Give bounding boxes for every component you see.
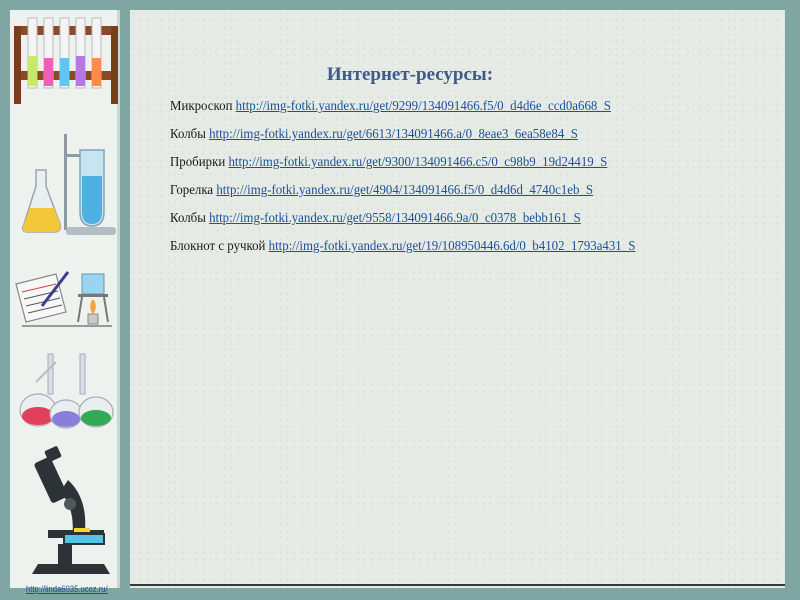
divider-strip: [120, 10, 130, 588]
resource-link[interactable]: http://img-fotki.yandex.ru/get/6613/1340…: [209, 127, 578, 142]
slide-title: Интернет-ресурсы:: [326, 64, 494, 85]
resource-link[interactable]: http://img-fotki.yandex.ru/get/9300/1340…: [228, 155, 607, 170]
resource-label: Колбы: [170, 127, 206, 142]
resource-item-flasks-2: Колбы http://img-fotki.yandex.ru/get/955…: [170, 209, 722, 237]
resource-list: Микроскоп http://img-fotki.yandex.ru/get…: [170, 97, 722, 265]
left-illustration-panel: http://linda6035.ucoz.ru/: [10, 10, 120, 594]
resource-label: Пробирки: [170, 155, 226, 170]
resource-link[interactable]: http://img-fotki.yandex.ru/get/19/108950…: [269, 239, 636, 254]
resource-item-flasks: Колбы http://img-fotki.yandex.ru/get/661…: [170, 125, 722, 153]
resource-label: Блокнот с ручкой: [170, 239, 266, 254]
resource-label: Колбы: [170, 211, 206, 226]
slide: http://linda6035.ucoz.ru/ Интернет-ресур…: [0, 0, 800, 600]
resource-item-notebook: Блокнот с ручкой http://img-fotki.yandex…: [170, 237, 722, 265]
colored-flasks-icon: [19, 353, 114, 429]
flasks-stand-icon: [22, 134, 116, 235]
resource-item-microscope: Микроскоп http://img-fotki.yandex.ru/get…: [170, 97, 722, 125]
resource-link[interactable]: http://img-fotki.yandex.ru/get/9299/1340…: [236, 99, 611, 114]
resource-item-test-tubes: Пробирки http://img-fotki.yandex.ru/get/…: [170, 153, 722, 181]
microscope-icon: [32, 446, 110, 574]
resource-label: Микроскоп: [170, 99, 233, 114]
test-tube-rack-icon: [14, 17, 118, 104]
footer-source-link[interactable]: http://linda6035.ucoz.ru/: [26, 584, 108, 594]
resource-item-burner: Горелка http://img-fotki.yandex.ru/get/4…: [170, 181, 722, 209]
resource-label: Горелка: [170, 183, 217, 198]
notebook-burner-icon: [15, 271, 112, 327]
resource-link[interactable]: http://img-fotki.yandex.ru/get/4904/1340…: [216, 183, 593, 198]
bottom-rule: [130, 584, 785, 586]
resource-link[interactable]: http://img-fotki.yandex.ru/get/9558/1340…: [209, 211, 581, 226]
